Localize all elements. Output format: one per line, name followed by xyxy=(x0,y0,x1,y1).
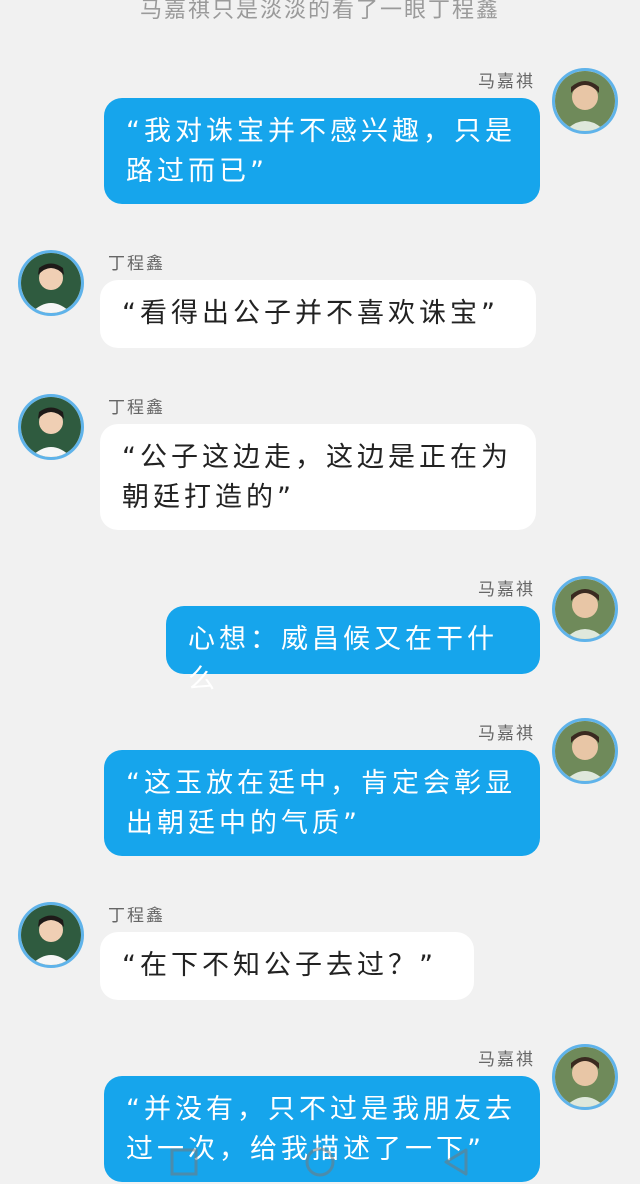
speaker-name-mjq: 马嘉祺 xyxy=(478,1050,535,1070)
avatar-mjq[interactable] xyxy=(552,68,618,134)
circle-home-icon[interactable] xyxy=(302,1144,338,1180)
avatar-mjq-image xyxy=(555,579,615,639)
triangle-back-icon[interactable] xyxy=(438,1144,474,1180)
avatar-mjq-image xyxy=(555,721,615,781)
speaker-name-dcx: 丁程鑫 xyxy=(108,254,165,274)
avatar-mjq-image xyxy=(555,71,615,131)
narration-text: 马嘉祺只是淡淡的看了一眼丁程鑫 xyxy=(139,0,500,23)
speaker-name-mjq: 马嘉祺 xyxy=(478,580,535,600)
speaker-name-mjq: 马嘉祺 xyxy=(478,724,535,744)
speaker-name-dcx: 丁程鑫 xyxy=(108,906,165,926)
message-bubble-1[interactable]: “我对诛宝并不感兴趣，只是路过而已” xyxy=(104,98,540,204)
message-bubble-2[interactable]: “看得出公子并不喜欢诛宝” xyxy=(100,280,536,348)
message-bubble-3[interactable]: “公子这边走，这边是正在为朝廷打造的” xyxy=(100,424,536,530)
avatar-dcx[interactable] xyxy=(18,394,84,460)
avatar-dcx-image xyxy=(21,397,81,457)
avatar-dcx-image xyxy=(21,253,81,313)
system-nav-bar xyxy=(0,1136,640,1184)
square-recent-icon[interactable] xyxy=(166,1144,202,1180)
avatar-mjq[interactable] xyxy=(552,718,618,784)
speaker-name-mjq: 马嘉祺 xyxy=(478,72,535,92)
avatar-mjq[interactable] xyxy=(552,576,618,642)
message-bubble-6[interactable]: “在下不知公子去过？” xyxy=(100,932,474,1000)
avatar-dcx[interactable] xyxy=(18,250,84,316)
avatar-mjq[interactable] xyxy=(552,1044,618,1110)
speaker-name-dcx: 丁程鑫 xyxy=(108,398,165,418)
message-bubble-5[interactable]: “这玉放在廷中，肯定会彰显出朝廷中的气质” xyxy=(104,750,540,856)
avatar-dcx[interactable] xyxy=(18,902,84,968)
message-bubble-4[interactable]: 心想：威昌候又在干什么 xyxy=(166,606,540,695)
avatar-dcx-image xyxy=(21,905,81,965)
avatar-mjq-image xyxy=(555,1047,615,1107)
